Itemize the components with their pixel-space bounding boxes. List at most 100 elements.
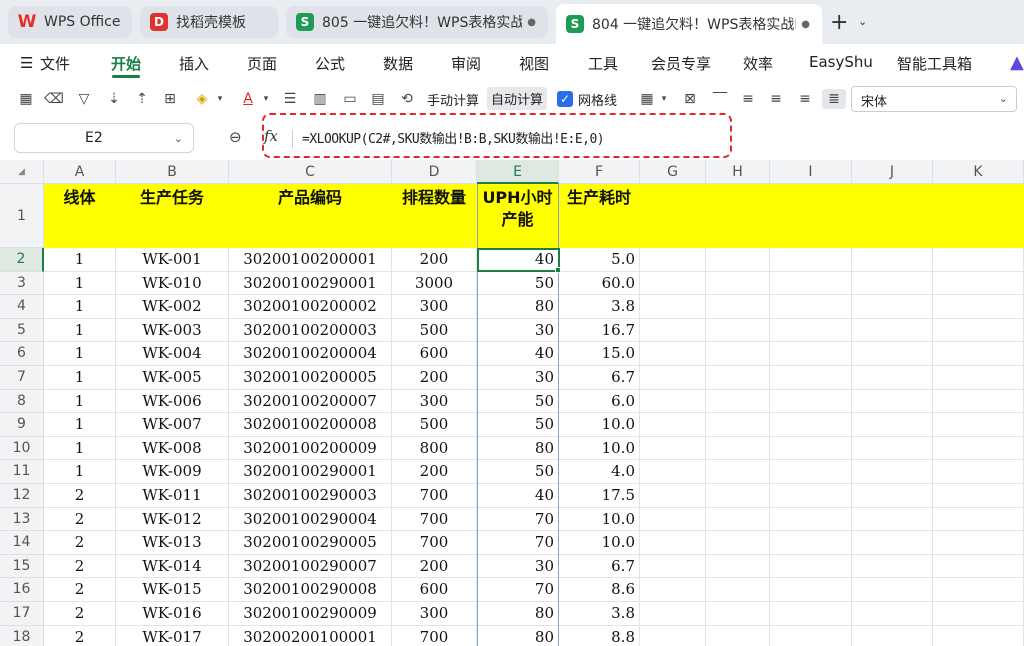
cell-b[interactable]: WK-011 <box>116 484 229 508</box>
tab-sheet-804[interactable]: S 804 一键追欠料！WPS表格实战M ● <box>556 4 822 44</box>
empty-cell[interactable] <box>852 484 933 508</box>
row-header[interactable]: 4 <box>0 295 44 319</box>
cell-a[interactable]: 1 <box>44 389 116 414</box>
empty-cell[interactable] <box>852 602 933 626</box>
chevron-down-icon[interactable]: ▾ <box>210 89 230 109</box>
empty-cell[interactable] <box>640 578 706 602</box>
cell-d[interactable]: 200 <box>392 248 477 272</box>
tab-daoke-template[interactable]: D 找稻壳模板 <box>140 6 278 38</box>
empty-cell[interactable] <box>640 507 706 532</box>
font-name-select[interactable]: 宋体 ⌄ <box>851 86 1017 112</box>
fill-color-icon[interactable]: ◈ <box>192 89 212 109</box>
cell-c[interactable]: 30200100290008 <box>229 578 392 602</box>
empty-cell[interactable] <box>640 554 706 579</box>
menu-member[interactable]: 会员专享 <box>651 53 711 74</box>
cell-e[interactable]: 50 <box>477 271 559 296</box>
cell-b[interactable]: WK-007 <box>116 413 229 437</box>
clear-format-icon[interactable]: ⌫ <box>44 89 64 109</box>
cell-e[interactable]: 50 <box>477 389 559 414</box>
cell-b[interactable]: WK-009 <box>116 460 229 484</box>
empty-cell[interactable] <box>770 342 852 366</box>
name-box[interactable]: E2 ⌄ <box>14 123 194 153</box>
cell-d[interactable]: 600 <box>392 578 477 602</box>
empty-cell[interactable] <box>933 318 1024 343</box>
empty-cell[interactable] <box>933 460 1024 484</box>
empty-cell[interactable] <box>770 295 852 319</box>
cell-b[interactable]: WK-016 <box>116 602 229 626</box>
empty-cell[interactable] <box>706 413 770 437</box>
menu-review[interactable]: 审阅 <box>451 53 481 74</box>
cell-c[interactable]: 30200100290001 <box>229 271 392 296</box>
empty-cell[interactable] <box>706 531 770 555</box>
row-header[interactable]: 10 <box>0 436 44 461</box>
column-header-d[interactable]: D <box>392 160 477 184</box>
auto-calc-button[interactable]: 自动计算 <box>487 87 548 110</box>
cell-a[interactable]: 1 <box>44 248 116 272</box>
empty-cell[interactable] <box>640 342 706 366</box>
table-style-icon[interactable]: ▤ <box>368 89 388 109</box>
cell-c[interactable]: 30200100290005 <box>229 531 392 555</box>
cell-e[interactable]: 40 <box>477 248 559 272</box>
row-header[interactable]: 8 <box>0 389 44 414</box>
cell-f[interactable]: 3.8 <box>559 295 640 319</box>
empty-cell[interactable] <box>852 436 933 461</box>
cell-d[interactable]: 700 <box>392 507 477 532</box>
empty-cell[interactable] <box>933 248 1024 272</box>
cell-f[interactable]: 8.6 <box>559 578 640 602</box>
empty-cell[interactable] <box>852 318 933 343</box>
column-header-k[interactable]: K <box>933 160 1024 184</box>
cell-f[interactable]: 10.0 <box>559 507 640 532</box>
header-cell-c[interactable]: 产品编码 <box>229 184 392 248</box>
empty-cell[interactable] <box>933 554 1024 579</box>
menu-home[interactable]: 开始 <box>111 53 141 74</box>
menu-view[interactable]: 视图 <box>519 53 549 74</box>
empty-cell[interactable] <box>640 366 706 390</box>
empty-cell[interactable] <box>706 578 770 602</box>
cell-a[interactable]: 1 <box>44 460 116 484</box>
cell-f[interactable]: 8.8 <box>559 625 640 646</box>
cell-c[interactable]: 30200100290003 <box>229 484 392 508</box>
header-cell-k[interactable] <box>933 184 1024 248</box>
tab-wps-office[interactable]: W WPS Office <box>8 6 132 38</box>
cell-f[interactable]: 15.0 <box>559 342 640 366</box>
cell-f[interactable]: 10.0 <box>559 413 640 437</box>
cell-d[interactable]: 500 <box>392 318 477 343</box>
header-cell-b[interactable]: 生产任务 <box>116 184 229 248</box>
empty-cell[interactable] <box>706 366 770 390</box>
cell-d[interactable]: 300 <box>392 295 477 319</box>
cell-d[interactable]: 200 <box>392 366 477 390</box>
cell-f[interactable]: 3.8 <box>559 602 640 626</box>
zoom-search-icon[interactable]: ⊖ <box>229 128 242 146</box>
cell-c[interactable]: 30200100200001 <box>229 248 392 272</box>
cell-c[interactable]: 30200100200004 <box>229 342 392 366</box>
cell-e[interactable]: 50 <box>477 460 559 484</box>
cell-a[interactable]: 1 <box>44 342 116 366</box>
empty-cell[interactable] <box>640 531 706 555</box>
column-header-j[interactable]: J <box>852 160 933 184</box>
cell-a[interactable]: 1 <box>44 318 116 343</box>
align-top-icon[interactable]: ⎺ <box>710 89 730 109</box>
cell-c[interactable]: 30200100290004 <box>229 507 392 532</box>
chevron-down-icon[interactable]: ▾ <box>256 89 276 109</box>
cell-e[interactable]: 40 <box>477 484 559 508</box>
gridlines-checkbox[interactable]: ✓ <box>557 91 573 107</box>
column-header-f[interactable]: F <box>559 160 640 184</box>
empty-cell[interactable] <box>770 460 852 484</box>
row-header[interactable]: 17 <box>0 602 44 626</box>
cell-a[interactable]: 2 <box>44 507 116 532</box>
merge-icon[interactable]: ▥ <box>310 89 330 109</box>
cell-b[interactable]: WK-001 <box>116 248 229 272</box>
cell-b[interactable]: WK-005 <box>116 366 229 390</box>
header-cell-d[interactable]: 排程数量 <box>392 184 477 248</box>
empty-cell[interactable] <box>640 460 706 484</box>
tab-sheet-805[interactable]: S 805 一键追欠料！WPS表格实战M ● <box>286 6 548 38</box>
empty-cell[interactable] <box>706 436 770 461</box>
cell-b[interactable]: WK-010 <box>116 271 229 296</box>
cell-f[interactable]: 6.7 <box>559 554 640 579</box>
cell-a[interactable]: 2 <box>44 625 116 646</box>
empty-cell[interactable] <box>852 507 933 532</box>
empty-cell[interactable] <box>852 271 933 296</box>
column-header-a[interactable]: A <box>44 160 116 184</box>
empty-cell[interactable] <box>770 366 852 390</box>
empty-cell[interactable] <box>640 318 706 343</box>
